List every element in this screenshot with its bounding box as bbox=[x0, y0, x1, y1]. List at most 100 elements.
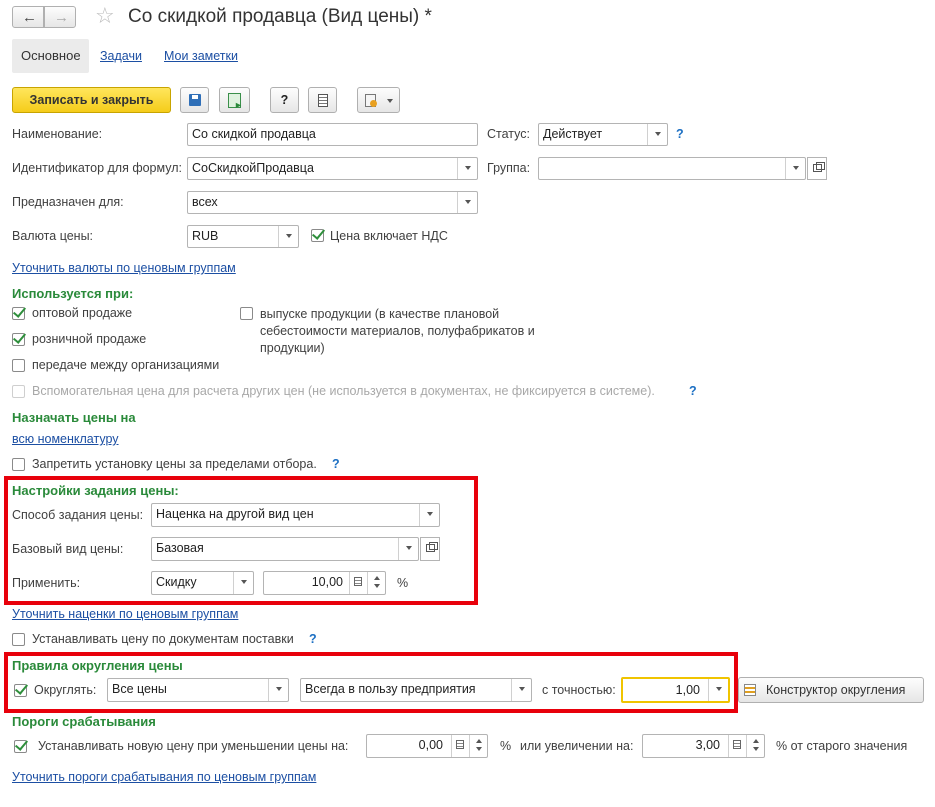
markup-groups-link[interactable]: Уточнить наценки по ценовым группам bbox=[12, 607, 238, 621]
chevron-down-icon[interactable] bbox=[647, 124, 667, 145]
help-icon[interactable]: ? bbox=[689, 384, 697, 398]
threshold-groups-link[interactable]: Уточнить пороги срабатывания по ценовым … bbox=[12, 770, 316, 784]
spinner-icon[interactable] bbox=[367, 572, 385, 594]
decrease-input[interactable]: 0,00 bbox=[366, 734, 488, 758]
help-icon[interactable]: ? bbox=[309, 632, 317, 646]
rounding-constructor-button[interactable]: Конструктор округления bbox=[738, 677, 924, 703]
tab-main-label: Основное bbox=[21, 48, 81, 63]
chevron-down-icon[interactable] bbox=[233, 572, 253, 594]
purpose-value: всех bbox=[192, 195, 218, 209]
document-gear-icon bbox=[365, 94, 377, 107]
save-and-close-button[interactable]: Записать и закрыть bbox=[12, 87, 171, 113]
chevron-down-icon[interactable] bbox=[457, 192, 477, 213]
save-button[interactable] bbox=[180, 87, 209, 113]
precision-value: 1,00 bbox=[675, 683, 700, 697]
threshold-checkbox[interactable] bbox=[14, 740, 27, 753]
forbid-checkbox[interactable] bbox=[12, 458, 25, 471]
vat-label: Цена включает НДС bbox=[330, 229, 448, 243]
pct-old-label: % от старого значения bbox=[776, 739, 908, 753]
save-and-close-label: Записать и закрыть bbox=[29, 93, 154, 107]
tab-main[interactable]: Основное bbox=[12, 39, 89, 73]
transfer-label: передаче между организациями bbox=[32, 358, 220, 372]
retail-checkbox[interactable] bbox=[12, 333, 25, 346]
more-actions-button[interactable] bbox=[357, 87, 400, 113]
threshold-label: Устанавливать новую цену при уменьшении … bbox=[38, 739, 349, 753]
method-label: Способ задания цены: bbox=[12, 508, 144, 522]
calculator-icon[interactable] bbox=[349, 572, 367, 594]
round-direction-select[interactable]: Всегда в пользу предприятия bbox=[300, 678, 532, 702]
tab-notes[interactable]: Мои заметки bbox=[164, 49, 238, 63]
favorite-star-icon[interactable]: ☆ bbox=[95, 3, 115, 29]
percent-input[interactable]: 10,00 bbox=[263, 571, 386, 595]
thresholds-heading: Пороги срабатывания bbox=[12, 714, 156, 729]
chevron-down-icon[interactable] bbox=[708, 679, 728, 701]
round-label: Округлять: bbox=[34, 683, 97, 697]
all-items-link[interactable]: всю номенклатуру bbox=[12, 432, 119, 446]
chevron-down-icon bbox=[387, 99, 393, 103]
currency-select[interactable]: RUB bbox=[187, 225, 299, 248]
status-label: Статус: bbox=[487, 127, 530, 141]
calculator-icon[interactable] bbox=[728, 735, 746, 757]
help-icon[interactable]: ? bbox=[332, 457, 340, 471]
base-value: Базовая bbox=[156, 541, 204, 555]
calculator-icon[interactable] bbox=[451, 735, 469, 757]
increase-input[interactable]: 3,00 bbox=[642, 734, 765, 758]
precision-label: с точностью: bbox=[542, 683, 616, 697]
status-select[interactable]: Действует bbox=[538, 123, 668, 146]
retail-label: розничной продаже bbox=[32, 332, 147, 346]
method-select[interactable]: Наценка на другой вид цен bbox=[151, 503, 440, 527]
vat-checkbox[interactable] bbox=[311, 229, 324, 242]
currency-groups-link[interactable]: Уточнить валюты по ценовым группам bbox=[12, 261, 236, 275]
wholesale-checkbox[interactable] bbox=[12, 307, 25, 320]
base-select[interactable]: Базовая bbox=[151, 537, 419, 561]
help-icon[interactable]: ? bbox=[676, 127, 684, 141]
round-direction-value: Всегда в пользу предприятия bbox=[305, 682, 476, 696]
group-select[interactable] bbox=[538, 157, 806, 180]
auxiliary-label: Вспомогательная цена для расчета других … bbox=[32, 384, 655, 398]
usage-heading: Используется при: bbox=[12, 286, 134, 301]
auxiliary-checkbox[interactable] bbox=[12, 385, 25, 398]
currency-value: RUB bbox=[192, 229, 219, 243]
chevron-down-icon[interactable] bbox=[457, 158, 477, 179]
chevron-down-icon[interactable] bbox=[511, 679, 531, 701]
arrow-left-icon: ← bbox=[22, 9, 37, 26]
spinner-icon[interactable] bbox=[746, 735, 764, 757]
round-scope-value: Все цены bbox=[112, 682, 167, 696]
chevron-down-icon[interactable] bbox=[398, 538, 418, 560]
increase-value: 3,00 bbox=[695, 738, 720, 752]
chevron-down-icon[interactable] bbox=[785, 158, 805, 179]
transfer-checkbox[interactable] bbox=[12, 359, 25, 372]
status-value: Действует bbox=[543, 127, 603, 141]
back-button[interactable]: ← bbox=[12, 6, 44, 28]
name-input[interactable]: Со скидкой продавца bbox=[187, 123, 478, 146]
apply-select[interactable]: Скидку bbox=[151, 571, 254, 595]
purpose-select[interactable]: всех bbox=[187, 191, 478, 214]
assign-heading: Назначать цены на bbox=[12, 410, 136, 425]
formula-id-input[interactable]: СоСкидкойПродавца bbox=[187, 157, 478, 180]
forbid-label: Запретить установку цены за пределами от… bbox=[32, 457, 317, 471]
wholesale-label: оптовой продаже bbox=[32, 306, 133, 320]
rounding-heading: Правила округления цены bbox=[12, 658, 183, 673]
round-scope-select[interactable]: Все цены bbox=[107, 678, 289, 702]
open-icon[interactable] bbox=[807, 157, 827, 180]
chevron-down-icon[interactable] bbox=[278, 226, 298, 247]
by-supply-checkbox[interactable] bbox=[12, 633, 25, 646]
open-icon[interactable] bbox=[420, 537, 440, 561]
tab-tasks[interactable]: Задачи bbox=[100, 49, 142, 63]
spinner-icon[interactable] bbox=[469, 735, 487, 757]
report-button[interactable] bbox=[308, 87, 337, 113]
round-checkbox[interactable] bbox=[14, 684, 27, 697]
chevron-down-icon[interactable] bbox=[419, 504, 439, 526]
production-checkbox[interactable] bbox=[240, 307, 253, 320]
percent-value: 10,00 bbox=[311, 575, 343, 589]
post-document-button[interactable]: ► bbox=[219, 87, 250, 113]
forward-button[interactable]: → bbox=[44, 6, 76, 28]
chevron-down-icon[interactable] bbox=[268, 679, 288, 701]
floppy-disk-icon bbox=[189, 94, 201, 106]
apply-value: Скидку bbox=[156, 575, 197, 589]
precision-select[interactable]: 1,00 bbox=[621, 677, 730, 703]
help-icon: ? bbox=[280, 93, 289, 107]
list-document-icon bbox=[318, 94, 328, 107]
production-label: выпуске продукции (в качестве плановой с… bbox=[260, 307, 535, 355]
help-button[interactable]: ? bbox=[270, 87, 299, 113]
